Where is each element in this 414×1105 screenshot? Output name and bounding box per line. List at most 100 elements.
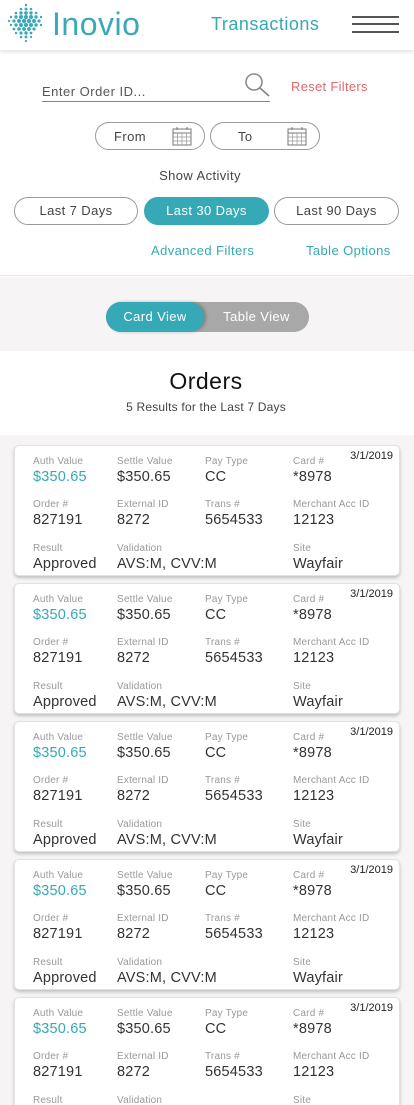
card-number-value: *8978 <box>293 745 332 761</box>
card-number-label: Card # <box>293 732 325 743</box>
site-label: Site <box>293 957 312 968</box>
pay-type-field: Pay Type CC <box>205 732 248 761</box>
merchant-acc-id-field: Merchant Acc ID 12123 <box>293 775 369 804</box>
merchant-acc-id-field: Merchant Acc ID 12123 <box>293 913 369 942</box>
order-number-field: Order # 827191 <box>33 913 83 942</box>
card-number-field: Card # *8978 <box>293 456 332 485</box>
order-number-field: Order # 827191 <box>33 1051 83 1080</box>
order-id-input[interactable] <box>42 82 270 102</box>
settle-value-value: $350.65 <box>117 1021 171 1037</box>
site-value: Wayfair <box>293 970 344 986</box>
order-date: 3/1/2019 <box>350 1002 393 1014</box>
order-number-field: Order # 827191 <box>33 637 83 666</box>
orders-title: Orders <box>169 368 243 394</box>
card-number-label: Card # <box>293 1008 325 1019</box>
pay-type-label: Pay Type <box>205 732 249 743</box>
orders-result-count: 5 Results for the Last 7 Days <box>126 400 286 414</box>
settle-value-value: $350.65 <box>117 883 171 899</box>
order-number-label: Order # <box>33 913 69 924</box>
trans-number-field: Trans # 5654533 <box>205 637 263 666</box>
validation-value: AVS:M, CVV:M <box>117 970 217 986</box>
merchant-acc-id-value: 12123 <box>293 512 335 528</box>
order-number-value: 827191 <box>33 926 83 942</box>
advanced-filters-link[interactable]: Advanced Filters <box>151 243 254 258</box>
card-number-field: Card # *8978 <box>293 732 332 761</box>
validation-value: AVS:M, CVV:M <box>117 694 217 710</box>
order-date: 3/1/2019 <box>350 588 393 600</box>
trans-number-label: Trans # <box>205 499 240 510</box>
validation-label: Validation <box>117 681 163 692</box>
site-field: Site Wayfair <box>293 819 343 848</box>
merchant-acc-id-value: 12123 <box>293 1064 335 1080</box>
table-options-link[interactable]: Table Options <box>306 243 391 258</box>
order-card[interactable]: 3/1/2019 Auth Value $350.65 Settle Value $35… <box>14 997 400 1105</box>
show-activity-label: Show Activity <box>159 168 241 183</box>
card-number-value: *8978 <box>293 607 332 623</box>
order-number-label: Order # <box>33 1051 69 1062</box>
site-field: Site Wayfair <box>293 681 343 710</box>
to-date-picker[interactable]: To <box>210 122 320 150</box>
order-date: 3/1/2019 <box>350 450 393 462</box>
card-view-button[interactable]: Card View <box>106 302 204 332</box>
orders-header: Orders 5 Results for the Last 7 Days <box>0 351 414 435</box>
activity-last-30-days[interactable]: Last 30 Days <box>144 197 269 225</box>
result-value: Approved <box>33 832 97 848</box>
card-number-value: *8978 <box>293 469 332 485</box>
external-id-label: External ID <box>117 637 169 648</box>
order-number-value: 827191 <box>33 512 83 528</box>
order-date: 3/1/2019 <box>350 726 393 738</box>
site-field: Site Wayfair <box>293 543 343 572</box>
result-label: Result <box>33 957 63 968</box>
card-number-field: Card # *8978 <box>293 870 332 899</box>
search-icon[interactable] <box>243 72 271 98</box>
logo[interactable]: Inovio <box>6 2 140 46</box>
pay-type-field: Pay Type CC <box>205 870 248 899</box>
result-label: Result <box>33 543 63 554</box>
pay-type-field: Pay Type CC <box>205 594 248 623</box>
pay-type-value: CC <box>205 883 227 899</box>
external-id-label: External ID <box>117 499 169 510</box>
activity-last-90-days[interactable]: Last 90 Days <box>274 197 399 225</box>
from-date-label: From <box>114 129 146 144</box>
validation-field: Validation AVS:M, CVV:M <box>117 543 217 572</box>
merchant-acc-id-field: Merchant Acc ID 12123 <box>293 637 369 666</box>
trans-number-field: Trans # 5654533 <box>205 499 263 528</box>
hamburger-menu-icon[interactable] <box>352 14 399 34</box>
site-value: Wayfair <box>293 694 344 710</box>
order-number-value: 827191 <box>33 650 83 666</box>
trans-number-label: Trans # <box>205 775 240 786</box>
logo-text: Inovio <box>52 5 141 42</box>
external-id-field: External ID 8272 <box>117 775 169 804</box>
result-label: Result <box>33 819 63 830</box>
external-id-value: 8272 <box>117 926 151 942</box>
merchant-acc-id-field: Merchant Acc ID 12123 <box>293 1051 369 1080</box>
trans-number-label: Trans # <box>205 913 240 924</box>
validation-label: Validation <box>117 957 163 968</box>
table-view-button[interactable]: Table View <box>204 302 309 332</box>
order-card[interactable]: 3/1/2019 Auth Value $350.65 Settle Value $35… <box>14 721 400 852</box>
order-card[interactable]: 3/1/2019 Auth Value $350.65 Settle Value $35… <box>14 583 400 714</box>
order-card[interactable]: 3/1/2019 Auth Value $350.65 Settle Value $35… <box>14 859 400 990</box>
pay-type-value: CC <box>205 1021 227 1037</box>
site-value: Wayfair <box>293 556 344 572</box>
order-card[interactable]: 3/1/2019 Auth Value $350.65 Settle Value $35… <box>14 445 400 576</box>
auth-value-value: $350.65 <box>33 883 87 899</box>
external-id-label: External ID <box>117 775 169 786</box>
validation-field: Validation AVS:M, CVV:M <box>117 957 217 986</box>
trans-number-field: Trans # 5654533 <box>205 913 263 942</box>
trans-number-label: Trans # <box>205 1051 240 1062</box>
activity-last-7-days[interactable]: Last 7 Days <box>14 197 138 225</box>
pay-type-label: Pay Type <box>205 1008 249 1019</box>
reset-filters-link[interactable]: Reset Filters <box>291 79 368 94</box>
external-id-value: 8272 <box>117 1064 151 1080</box>
logo-mark-icon <box>7 3 43 43</box>
page-title: Transactions <box>211 14 320 34</box>
to-date-label: To <box>238 129 253 144</box>
card-number-label: Card # <box>293 594 325 605</box>
auth-value-field: Auth Value $350.65 <box>33 594 87 623</box>
from-date-picker[interactable]: From <box>95 122 205 150</box>
merchant-acc-id-label: Merchant Acc ID <box>293 913 370 924</box>
external-id-label: External ID <box>117 913 169 924</box>
external-id-label: External ID <box>117 1051 169 1062</box>
order-number-label: Order # <box>33 775 69 786</box>
